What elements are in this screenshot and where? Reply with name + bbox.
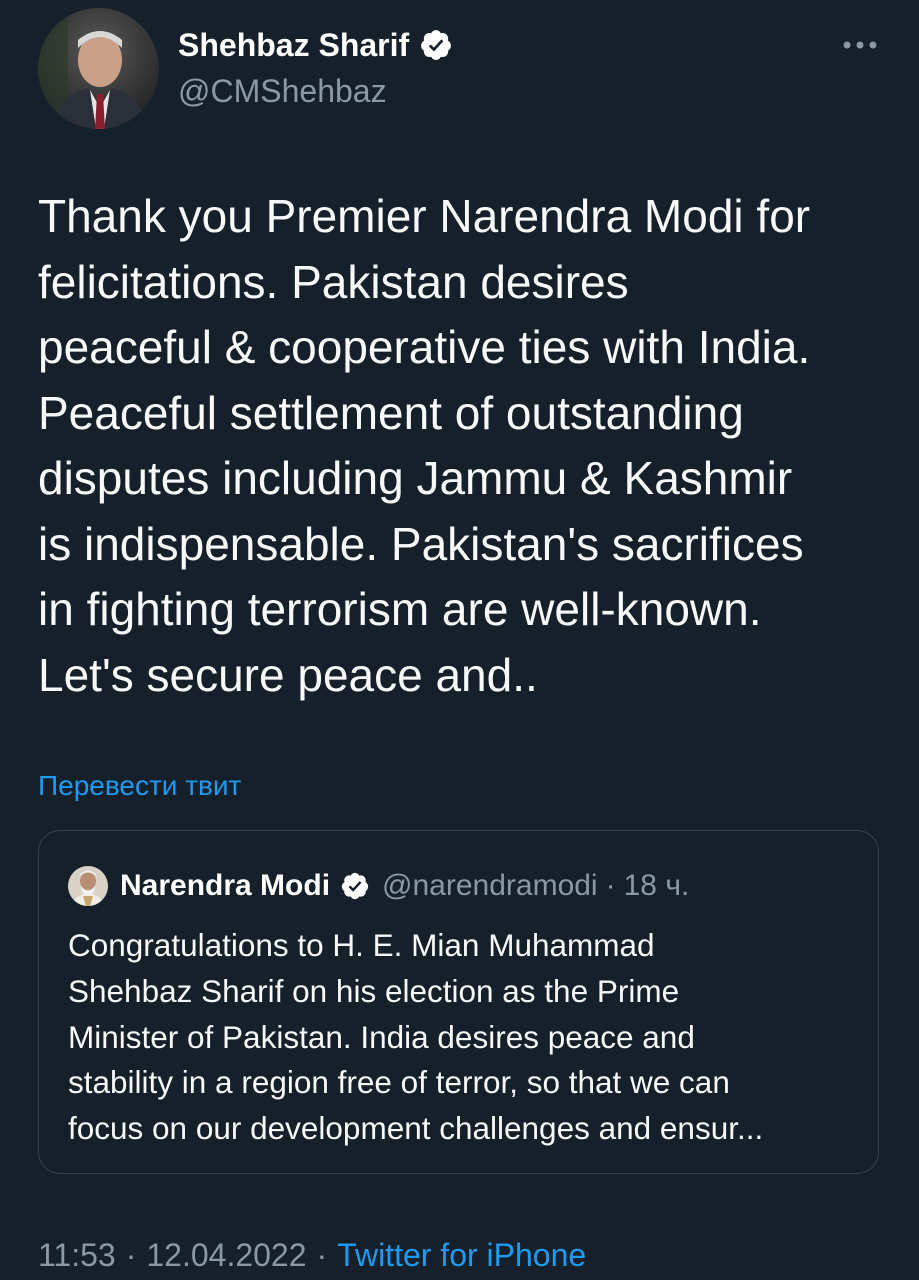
separator-dot: · (605, 869, 616, 902)
quoted-author-name[interactable]: Narendra Modi (120, 869, 330, 903)
author-name[interactable]: Shehbaz Sharif (178, 24, 409, 66)
quoted-author-avatar[interactable] (68, 866, 108, 906)
quoted-tweet-header: Narendra Modi @narendramodi · 18 ч. (68, 863, 689, 909)
verified-badge-icon (421, 30, 452, 60)
verified-badge-icon (341, 872, 369, 900)
translate-tweet-link[interactable]: Перевести твит (38, 768, 241, 804)
author-name-row[interactable]: Shehbaz Sharif (178, 24, 453, 66)
tweet-time[interactable]: 11:53 (38, 1237, 116, 1273)
more-options-icon[interactable] (838, 30, 882, 60)
tweet-date[interactable]: 12.04.2022 (146, 1237, 306, 1273)
tweet-metadata: 11:53 · 12.04.2022 · Twitter for iPhone (38, 1233, 586, 1277)
separator-dot: · (316, 1237, 328, 1273)
quoted-tweet-card[interactable]: Narendra Modi @narendramodi · 18 ч. Cong… (38, 830, 879, 1174)
separator-dot: · (125, 1237, 137, 1273)
quoted-tweet-time[interactable]: 18 ч. (624, 869, 690, 903)
quoted-author-handle[interactable]: @narendramodi (382, 869, 598, 903)
tweet-source-link[interactable]: Twitter for iPhone (337, 1237, 586, 1273)
tweet-text: Thank you Premier Narendra Modi for feli… (38, 190, 811, 701)
author-handle[interactable]: @CMShehbaz (178, 70, 387, 112)
quoted-tweet-text: Congratulations to H. E. Mian Muhammad S… (68, 927, 764, 1147)
author-avatar[interactable] (38, 8, 159, 129)
